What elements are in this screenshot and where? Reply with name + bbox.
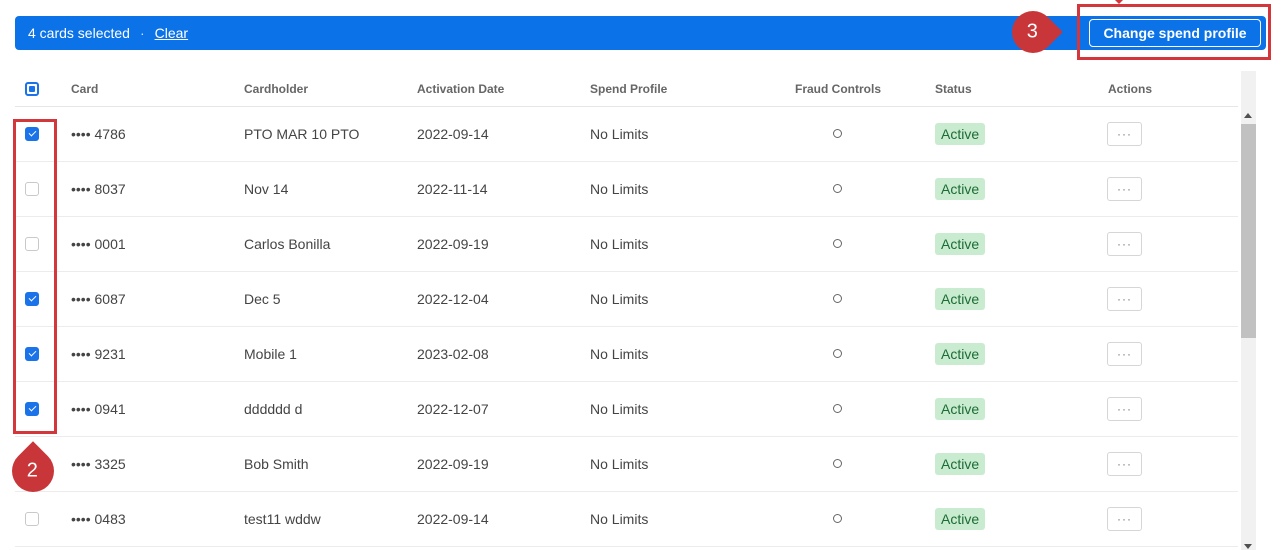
scrollbar-thumb[interactable] [1241, 124, 1256, 338]
row-actions-menu-button[interactable]: ··· [1107, 177, 1142, 201]
separator: · [139, 25, 145, 41]
ellipsis-icon: ··· [1117, 292, 1132, 306]
ellipsis-icon: ··· [1117, 237, 1132, 251]
cardholder-name: PTO MAR 10 PTO [244, 126, 360, 142]
header-cardholder[interactable]: Cardholder [244, 82, 308, 96]
highlight-box-step-3 [1077, 4, 1271, 60]
row-actions-menu-button[interactable]: ··· [1107, 122, 1142, 146]
activation-date: 2022-11-14 [417, 181, 488, 197]
table-row[interactable]: •••• 0941 dddddd d 2022-12-07 No Limits … [15, 382, 1238, 437]
card-number: •••• 9231 [71, 346, 126, 362]
spend-profile: No Limits [590, 456, 649, 472]
fraud-controls-circle-icon [833, 349, 842, 358]
table-row[interactable]: •••• 0483 test11 wddw 2022-09-14 No Limi… [15, 492, 1238, 547]
table-row[interactable]: •••• 8037 Nov 14 2022-11-14 No Limits Ac… [15, 162, 1238, 217]
header-card[interactable]: Card [71, 82, 98, 96]
spend-profile: No Limits [590, 236, 649, 252]
row-actions-menu-button[interactable]: ··· [1107, 342, 1142, 366]
cardholder-name: Nov 14 [244, 181, 289, 197]
status-badge: Active [935, 288, 986, 310]
activation-date: 2022-09-14 [417, 511, 489, 527]
table-row[interactable]: •••• 3325 Bob Smith 2022-09-19 No Limits… [15, 437, 1238, 492]
table-row[interactable]: •••• 4786 PTO MAR 10 PTO 2022-09-14 No L… [15, 107, 1238, 162]
ellipsis-icon: ··· [1117, 512, 1132, 526]
cardholder-name: Dec 5 [244, 291, 281, 307]
ellipsis-icon: ··· [1117, 347, 1132, 361]
fraud-controls-circle-icon [833, 404, 842, 413]
status-badge: Active [935, 233, 986, 255]
spend-profile: No Limits [590, 126, 649, 142]
status-badge: Active [935, 123, 986, 145]
ellipsis-icon: ··· [1117, 182, 1132, 196]
cardholder-name: Carlos Bonilla [244, 236, 331, 252]
header-spend-profile[interactable]: Spend Profile [590, 82, 667, 96]
row-actions-menu-button[interactable]: ··· [1107, 507, 1142, 531]
fraud-controls-circle-icon [833, 184, 842, 193]
table-row[interactable]: •••• 9231 Mobile 1 2023-02-08 No Limits … [15, 327, 1238, 382]
cardholder-name: dddddd d [244, 401, 303, 417]
spend-profile: No Limits [590, 511, 649, 527]
fraud-controls-circle-icon [833, 239, 842, 248]
activation-date: 2022-12-04 [417, 291, 489, 307]
select-all-checkbox[interactable] [25, 82, 39, 96]
header-activation-date[interactable]: Activation Date [417, 82, 504, 96]
row-actions-menu-button[interactable]: ··· [1107, 287, 1142, 311]
cardholder-name: Bob Smith [244, 456, 309, 472]
pointer-arrow [1115, 0, 1123, 4]
status-badge: Active [935, 178, 986, 200]
ellipsis-icon: ··· [1117, 127, 1132, 141]
row-checkbox[interactable] [25, 512, 39, 526]
activation-date: 2022-09-19 [417, 236, 489, 252]
row-actions-menu-button[interactable]: ··· [1107, 232, 1142, 256]
spend-profile: No Limits [590, 346, 649, 362]
fraud-controls-circle-icon [833, 459, 842, 468]
selected-count: 4 cards selected [28, 25, 130, 41]
card-number: •••• 3325 [71, 456, 126, 472]
status-badge: Active [935, 343, 986, 365]
card-number: •••• 0483 [71, 511, 126, 527]
cardholder-name: Mobile 1 [244, 346, 297, 362]
clear-selection-link[interactable]: Clear [155, 25, 188, 41]
step-3-callout: 3 [1003, 2, 1063, 62]
card-number: •••• 6087 [71, 291, 126, 307]
status-badge: Active [935, 398, 986, 420]
spend-profile: No Limits [590, 401, 649, 417]
card-number: •••• 8037 [71, 181, 126, 197]
table-row[interactable]: •••• 6087 Dec 5 2022-12-04 No Limits Act… [15, 272, 1238, 327]
scroll-down-arrow-icon[interactable] [1244, 544, 1252, 549]
ellipsis-icon: ··· [1117, 457, 1132, 471]
activation-date: 2023-02-08 [417, 346, 489, 362]
header-actions: Actions [1108, 82, 1153, 96]
header-status[interactable]: Status [935, 82, 972, 96]
card-number: •••• 0001 [71, 236, 126, 252]
card-number: •••• 0941 [71, 401, 126, 417]
activation-date: 2022-09-14 [417, 126, 489, 142]
highlight-box-step-2 [13, 119, 57, 434]
row-actions-menu-button[interactable]: ··· [1107, 397, 1142, 421]
status-badge: Active [935, 453, 986, 475]
table-header: Card Cardholder Activation Date Spend Pr… [15, 71, 1238, 107]
spend-profile: No Limits [590, 181, 649, 197]
scroll-up-arrow-icon[interactable] [1244, 113, 1252, 118]
activation-date: 2022-09-19 [417, 456, 489, 472]
fraud-controls-circle-icon [833, 294, 842, 303]
activation-date: 2022-12-07 [417, 401, 489, 417]
table-row[interactable]: •••• 0001 Carlos Bonilla 2022-09-19 No L… [15, 217, 1238, 272]
fraud-controls-circle-icon [833, 129, 842, 138]
spend-profile: No Limits [590, 291, 649, 307]
header-fraud-controls[interactable]: Fraud Controls [795, 82, 881, 96]
row-actions-menu-button[interactable]: ··· [1107, 452, 1142, 476]
status-badge: Active [935, 508, 986, 530]
card-number: •••• 4786 [71, 126, 126, 142]
cardholder-name: test11 wddw [244, 511, 321, 527]
ellipsis-icon: ··· [1117, 402, 1132, 416]
fraud-controls-circle-icon [833, 514, 842, 523]
